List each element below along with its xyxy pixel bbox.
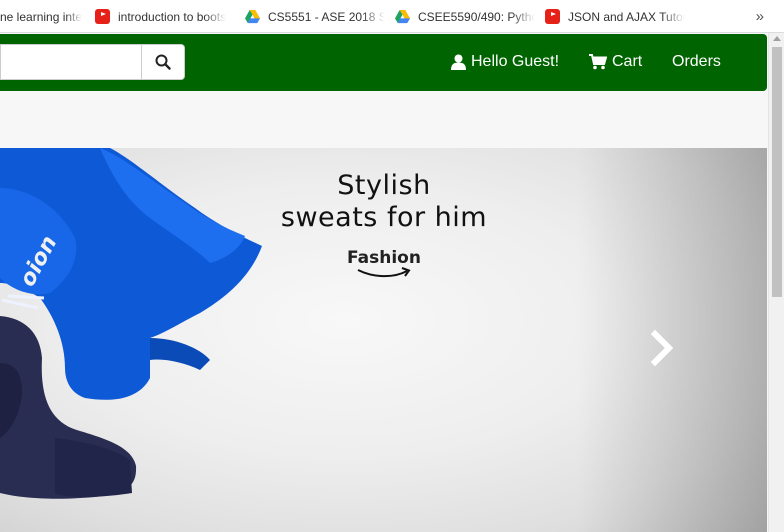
youtube-icon — [95, 9, 110, 24]
carousel-next-button[interactable] — [645, 328, 679, 368]
user-icon — [451, 54, 466, 70]
category-label: Fashion — [347, 248, 421, 268]
orders-label: Orders — [672, 53, 721, 70]
scroll-up-arrow-icon[interactable] — [773, 36, 781, 41]
chevron-right-icon — [650, 329, 674, 367]
hero-carousel: oion Stylish sweats for him Fashion — [0, 148, 767, 532]
bookmark-item[interactable]: CSEE5590/490: Pytho — [395, 8, 535, 25]
search-button[interactable] — [141, 44, 185, 80]
user-label: Hello Guest! — [471, 53, 560, 70]
vertical-scrollbar[interactable] — [768, 33, 784, 532]
bookmark-label: CS5551 - ASE 2018 S — [268, 9, 385, 24]
shopping-cart-icon — [589, 54, 607, 70]
bookmark-label: ne learning inte — [0, 9, 83, 24]
bookmark-label: JSON and AJAX Tutor — [568, 9, 685, 24]
cart-label: Cart — [612, 53, 643, 70]
hero-headline-line1: Stylish — [337, 170, 431, 201]
navbar: Hello Guest! Cart Orders — [0, 34, 767, 91]
bookmark-label: CSEE5590/490: Pytho — [418, 9, 535, 24]
bookmarks-overflow-button[interactable]: » — [756, 8, 764, 25]
google-drive-icon — [395, 9, 410, 24]
user-link[interactable]: Hello Guest! — [451, 53, 559, 71]
bookmark-item[interactable]: JSON and AJAX Tutor — [545, 8, 685, 25]
hero-headline: Stylish sweats for him — [240, 170, 528, 234]
scrollbar-thumb[interactable] — [772, 47, 782, 297]
cart-link[interactable]: Cart — [589, 53, 642, 71]
search-icon — [155, 54, 171, 70]
bookmark-label: introduction to boots — [118, 9, 227, 24]
youtube-icon — [545, 9, 560, 24]
smile-arrow-icon — [357, 267, 411, 278]
google-drive-icon — [245, 9, 260, 24]
bookmark-item[interactable]: CS5551 - ASE 2018 S — [245, 8, 385, 25]
page-viewport: Hello Guest! Cart Orders oion Stylish sw… — [0, 33, 768, 532]
hero-headline-line2: sweats for him — [280, 202, 488, 233]
bookmarks-bar: ne learning inte introduction to boots C… — [0, 0, 784, 33]
search-input[interactable] — [0, 44, 142, 80]
bookmark-item[interactable]: ne learning inte — [0, 8, 85, 25]
bookmark-item[interactable]: introduction to boots — [95, 8, 235, 25]
orders-link[interactable]: Orders — [672, 53, 721, 71]
